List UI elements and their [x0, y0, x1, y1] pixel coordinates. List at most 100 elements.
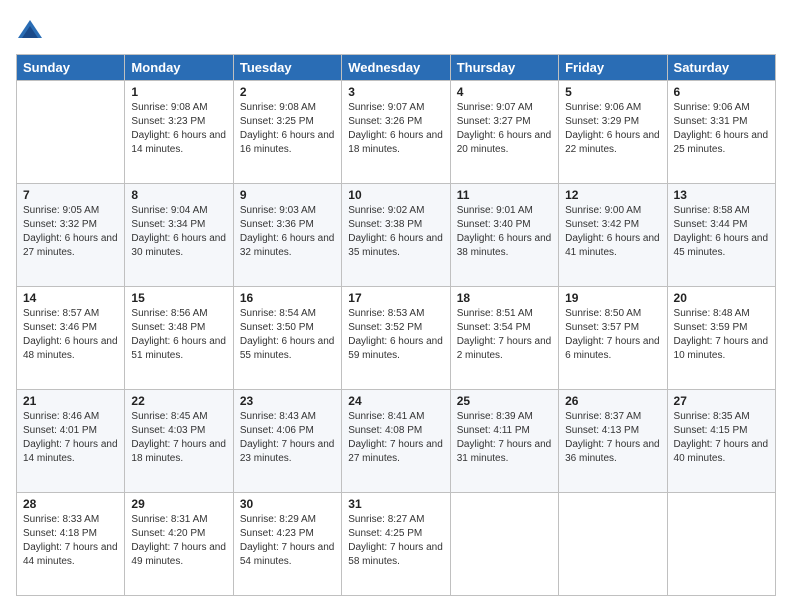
calendar-day-cell: 9 Sunrise: 9:03 AMSunset: 3:36 PMDayligh… — [233, 184, 341, 287]
calendar-weekday: Tuesday — [233, 55, 341, 81]
day-number: 18 — [457, 291, 552, 305]
day-detail: Sunrise: 9:07 AMSunset: 3:26 PMDaylight:… — [348, 101, 443, 157]
calendar-day-cell: 20 Sunrise: 8:48 AMSunset: 3:59 PMDaylig… — [667, 287, 775, 390]
day-detail: Sunrise: 9:02 AMSunset: 3:38 PMDaylight:… — [348, 204, 443, 260]
day-number: 8 — [131, 188, 226, 202]
day-detail: Sunrise: 8:54 AMSunset: 3:50 PMDaylight:… — [240, 307, 335, 363]
calendar-day-cell: 10 Sunrise: 9:02 AMSunset: 3:38 PMDaylig… — [342, 184, 450, 287]
day-detail: Sunrise: 9:00 AMSunset: 3:42 PMDaylight:… — [565, 204, 660, 260]
day-number: 26 — [565, 394, 660, 408]
day-detail: Sunrise: 8:29 AMSunset: 4:23 PMDaylight:… — [240, 513, 335, 569]
day-number: 30 — [240, 497, 335, 511]
day-detail: Sunrise: 9:06 AMSunset: 3:29 PMDaylight:… — [565, 101, 660, 157]
calendar-day-cell — [559, 493, 667, 596]
calendar-day-cell — [667, 493, 775, 596]
calendar-weekday: Sunday — [17, 55, 125, 81]
day-detail: Sunrise: 8:57 AMSunset: 3:46 PMDaylight:… — [23, 307, 118, 363]
calendar-day-cell: 24 Sunrise: 8:41 AMSunset: 4:08 PMDaylig… — [342, 390, 450, 493]
day-number: 29 — [131, 497, 226, 511]
calendar-day-cell: 4 Sunrise: 9:07 AMSunset: 3:27 PMDayligh… — [450, 81, 558, 184]
day-detail: Sunrise: 8:53 AMSunset: 3:52 PMDaylight:… — [348, 307, 443, 363]
day-number: 22 — [131, 394, 226, 408]
calendar-week-row: 21 Sunrise: 8:46 AMSunset: 4:01 PMDaylig… — [17, 390, 776, 493]
calendar-day-cell: 1 Sunrise: 9:08 AMSunset: 3:23 PMDayligh… — [125, 81, 233, 184]
calendar-week-row: 7 Sunrise: 9:05 AMSunset: 3:32 PMDayligh… — [17, 184, 776, 287]
day-detail: Sunrise: 8:41 AMSunset: 4:08 PMDaylight:… — [348, 410, 443, 466]
calendar-week-row: 28 Sunrise: 8:33 AMSunset: 4:18 PMDaylig… — [17, 493, 776, 596]
calendar-day-cell: 6 Sunrise: 9:06 AMSunset: 3:31 PMDayligh… — [667, 81, 775, 184]
calendar-weekday: Saturday — [667, 55, 775, 81]
day-number: 31 — [348, 497, 443, 511]
day-number: 20 — [674, 291, 769, 305]
day-detail: Sunrise: 8:48 AMSunset: 3:59 PMDaylight:… — [674, 307, 769, 363]
day-number: 6 — [674, 85, 769, 99]
day-number: 14 — [23, 291, 118, 305]
calendar-day-cell: 3 Sunrise: 9:07 AMSunset: 3:26 PMDayligh… — [342, 81, 450, 184]
calendar-day-cell: 22 Sunrise: 8:45 AMSunset: 4:03 PMDaylig… — [125, 390, 233, 493]
day-number: 2 — [240, 85, 335, 99]
calendar-header-row: SundayMondayTuesdayWednesdayThursdayFrid… — [17, 55, 776, 81]
calendar-day-cell: 14 Sunrise: 8:57 AMSunset: 3:46 PMDaylig… — [17, 287, 125, 390]
header — [16, 16, 776, 44]
calendar-day-cell: 28 Sunrise: 8:33 AMSunset: 4:18 PMDaylig… — [17, 493, 125, 596]
calendar-day-cell: 2 Sunrise: 9:08 AMSunset: 3:25 PMDayligh… — [233, 81, 341, 184]
day-number: 17 — [348, 291, 443, 305]
day-detail: Sunrise: 8:35 AMSunset: 4:15 PMDaylight:… — [674, 410, 769, 466]
day-detail: Sunrise: 8:39 AMSunset: 4:11 PMDaylight:… — [457, 410, 552, 466]
day-number: 24 — [348, 394, 443, 408]
calendar-day-cell: 5 Sunrise: 9:06 AMSunset: 3:29 PMDayligh… — [559, 81, 667, 184]
calendar-day-cell: 16 Sunrise: 8:54 AMSunset: 3:50 PMDaylig… — [233, 287, 341, 390]
day-detail: Sunrise: 8:51 AMSunset: 3:54 PMDaylight:… — [457, 307, 552, 363]
calendar-day-cell: 23 Sunrise: 8:43 AMSunset: 4:06 PMDaylig… — [233, 390, 341, 493]
day-number: 16 — [240, 291, 335, 305]
day-detail: Sunrise: 9:06 AMSunset: 3:31 PMDaylight:… — [674, 101, 769, 157]
calendar-weekday: Wednesday — [342, 55, 450, 81]
day-number: 15 — [131, 291, 226, 305]
day-detail: Sunrise: 8:37 AMSunset: 4:13 PMDaylight:… — [565, 410, 660, 466]
calendar-day-cell: 12 Sunrise: 9:00 AMSunset: 3:42 PMDaylig… — [559, 184, 667, 287]
day-number: 7 — [23, 188, 118, 202]
calendar-week-row: 1 Sunrise: 9:08 AMSunset: 3:23 PMDayligh… — [17, 81, 776, 184]
day-number: 25 — [457, 394, 552, 408]
calendar-day-cell: 31 Sunrise: 8:27 AMSunset: 4:25 PMDaylig… — [342, 493, 450, 596]
calendar-day-cell — [450, 493, 558, 596]
calendar-day-cell: 13 Sunrise: 8:58 AMSunset: 3:44 PMDaylig… — [667, 184, 775, 287]
calendar-day-cell: 11 Sunrise: 9:01 AMSunset: 3:40 PMDaylig… — [450, 184, 558, 287]
day-detail: Sunrise: 9:07 AMSunset: 3:27 PMDaylight:… — [457, 101, 552, 157]
logo — [16, 16, 48, 44]
calendar-day-cell: 17 Sunrise: 8:53 AMSunset: 3:52 PMDaylig… — [342, 287, 450, 390]
day-number: 28 — [23, 497, 118, 511]
day-number: 12 — [565, 188, 660, 202]
calendar-day-cell: 21 Sunrise: 8:46 AMSunset: 4:01 PMDaylig… — [17, 390, 125, 493]
page: SundayMondayTuesdayWednesdayThursdayFrid… — [0, 0, 792, 612]
day-detail: Sunrise: 9:04 AMSunset: 3:34 PMDaylight:… — [131, 204, 226, 260]
day-detail: Sunrise: 8:56 AMSunset: 3:48 PMDaylight:… — [131, 307, 226, 363]
calendar-table: SundayMondayTuesdayWednesdayThursdayFrid… — [16, 54, 776, 596]
day-detail: Sunrise: 9:05 AMSunset: 3:32 PMDaylight:… — [23, 204, 118, 260]
day-number: 23 — [240, 394, 335, 408]
day-detail: Sunrise: 8:50 AMSunset: 3:57 PMDaylight:… — [565, 307, 660, 363]
calendar-day-cell: 25 Sunrise: 8:39 AMSunset: 4:11 PMDaylig… — [450, 390, 558, 493]
calendar-weekday: Thursday — [450, 55, 558, 81]
day-detail: Sunrise: 8:33 AMSunset: 4:18 PMDaylight:… — [23, 513, 118, 569]
calendar-day-cell: 19 Sunrise: 8:50 AMSunset: 3:57 PMDaylig… — [559, 287, 667, 390]
day-detail: Sunrise: 8:45 AMSunset: 4:03 PMDaylight:… — [131, 410, 226, 466]
calendar-weekday: Monday — [125, 55, 233, 81]
day-detail: Sunrise: 8:46 AMSunset: 4:01 PMDaylight:… — [23, 410, 118, 466]
day-detail: Sunrise: 8:43 AMSunset: 4:06 PMDaylight:… — [240, 410, 335, 466]
day-number: 27 — [674, 394, 769, 408]
day-number: 13 — [674, 188, 769, 202]
day-detail: Sunrise: 9:08 AMSunset: 3:25 PMDaylight:… — [240, 101, 335, 157]
calendar-day-cell: 30 Sunrise: 8:29 AMSunset: 4:23 PMDaylig… — [233, 493, 341, 596]
calendar-day-cell: 27 Sunrise: 8:35 AMSunset: 4:15 PMDaylig… — [667, 390, 775, 493]
day-detail: Sunrise: 9:08 AMSunset: 3:23 PMDaylight:… — [131, 101, 226, 157]
calendar-day-cell: 18 Sunrise: 8:51 AMSunset: 3:54 PMDaylig… — [450, 287, 558, 390]
day-detail: Sunrise: 9:01 AMSunset: 3:40 PMDaylight:… — [457, 204, 552, 260]
calendar-week-row: 14 Sunrise: 8:57 AMSunset: 3:46 PMDaylig… — [17, 287, 776, 390]
day-detail: Sunrise: 8:27 AMSunset: 4:25 PMDaylight:… — [348, 513, 443, 569]
calendar-day-cell: 8 Sunrise: 9:04 AMSunset: 3:34 PMDayligh… — [125, 184, 233, 287]
day-number: 3 — [348, 85, 443, 99]
calendar-day-cell: 7 Sunrise: 9:05 AMSunset: 3:32 PMDayligh… — [17, 184, 125, 287]
day-detail: Sunrise: 8:58 AMSunset: 3:44 PMDaylight:… — [674, 204, 769, 260]
calendar-day-cell — [17, 81, 125, 184]
